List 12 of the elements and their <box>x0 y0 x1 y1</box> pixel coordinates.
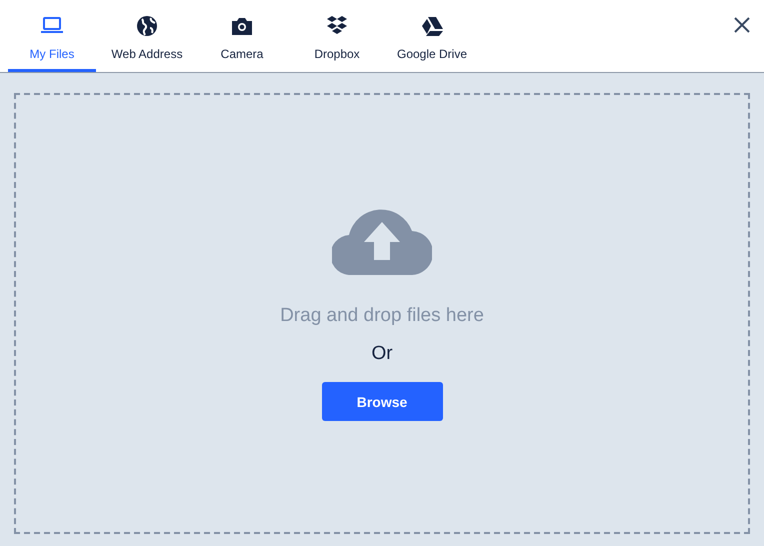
cloud-upload-icon <box>332 207 432 275</box>
tab[interactable]: Camera <box>198 0 286 72</box>
globe-icon <box>135 14 159 38</box>
tab[interactable]: Google Drive <box>388 0 476 72</box>
tab[interactable]: Dropbox <box>293 0 381 72</box>
tab[interactable]: Web Address <box>103 0 191 72</box>
or-label: Or <box>371 343 393 365</box>
drop-message: Drag and drop files here <box>280 305 484 327</box>
drop-zone[interactable]: Drag and drop files here Or Browse <box>14 93 750 534</box>
browse-button[interactable]: Browse <box>322 382 442 421</box>
close-button[interactable] <box>733 16 751 34</box>
drive-icon <box>420 14 444 38</box>
